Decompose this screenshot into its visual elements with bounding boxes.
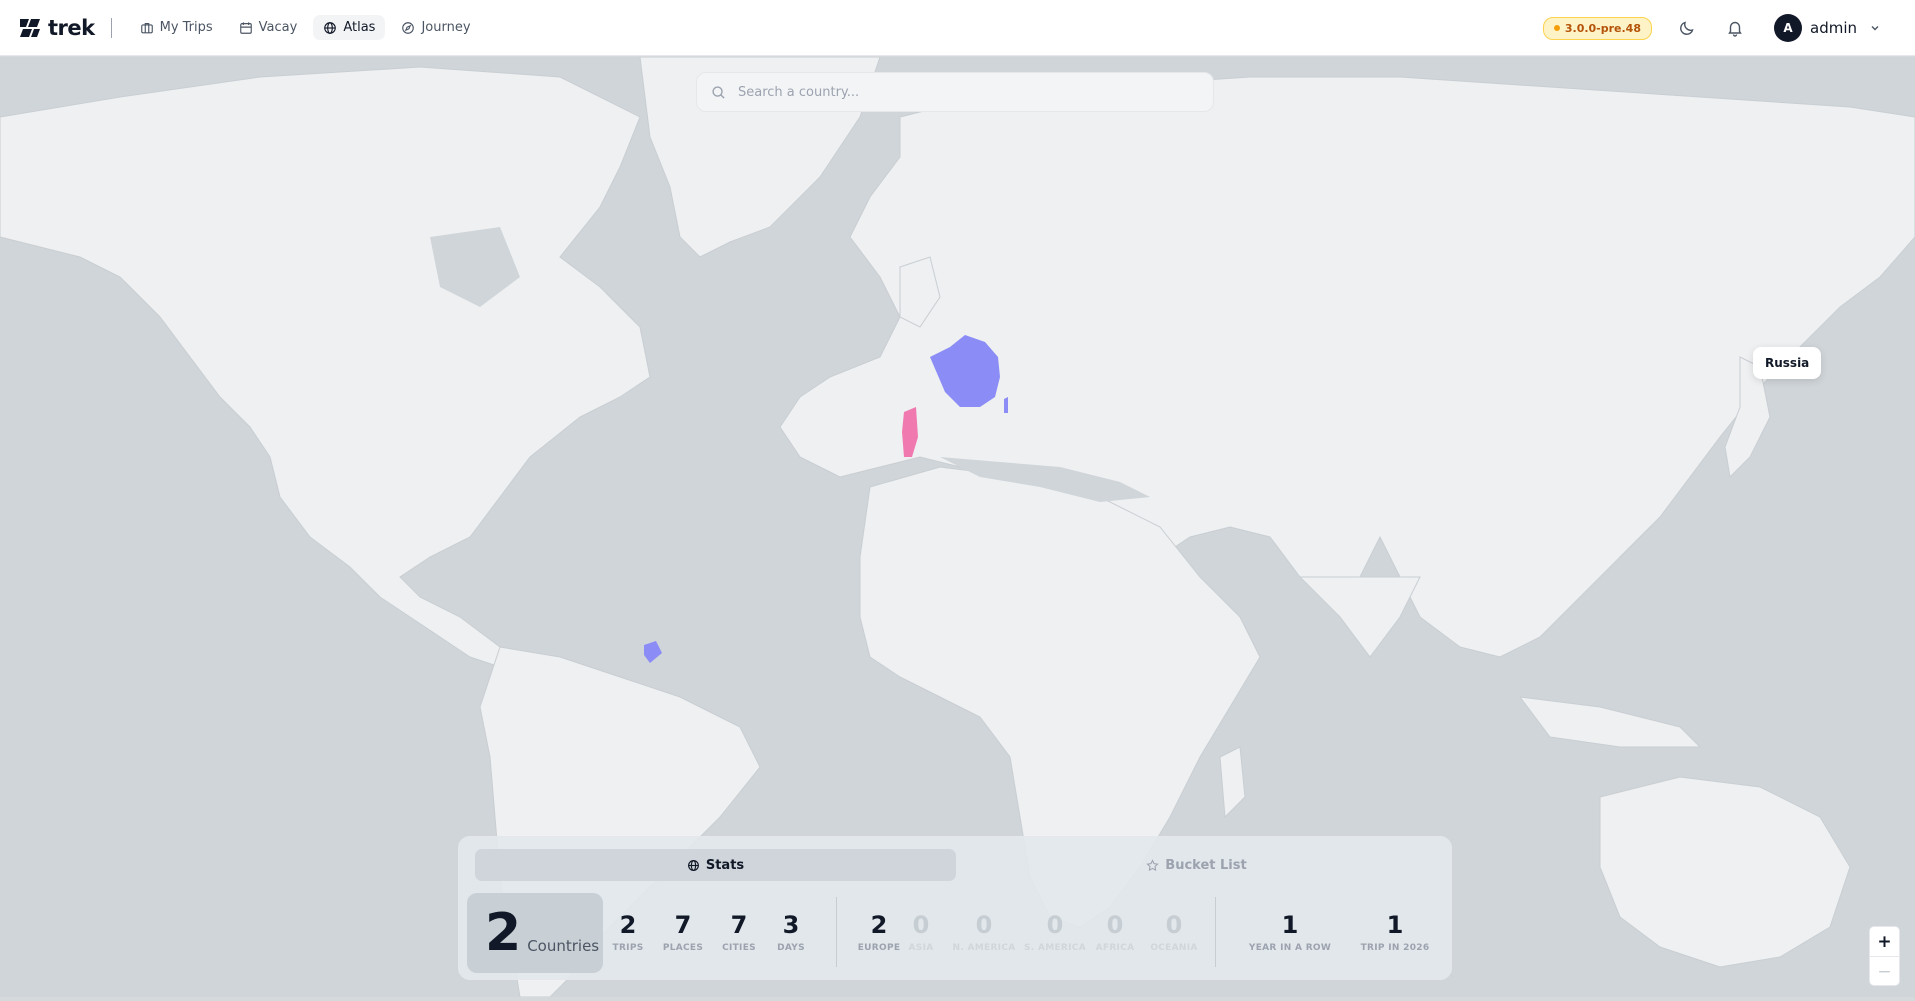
stat-value: 0: [1046, 911, 1064, 939]
stat-south-america: 0 S. AMERICA: [1020, 911, 1090, 953]
stat-cities: 7 CITIES: [714, 911, 764, 953]
stat-value: 7: [730, 911, 748, 939]
stat-label: ASIA: [908, 943, 934, 953]
stat-value: 0: [1165, 911, 1183, 939]
panel-tabs: Stats Bucket List: [475, 849, 1437, 881]
stat-label: S. AMERICA: [1024, 943, 1086, 953]
countries-count: 2: [485, 903, 522, 963]
stat-value: 1: [1386, 911, 1404, 939]
country-tooltip: Russia: [1753, 347, 1822, 379]
tab-label: Bucket List: [1165, 857, 1247, 873]
stat-value: 2: [870, 911, 888, 939]
moon-icon[interactable]: [1678, 19, 1696, 37]
stat-label: TRIP IN 2026: [1360, 943, 1430, 953]
stat-value: 2: [619, 911, 637, 939]
search-icon: [712, 85, 725, 99]
nav-item-my-trips[interactable]: My Trips: [130, 15, 223, 40]
stat-asia: 0 ASIA: [903, 911, 939, 953]
nav-item-atlas[interactable]: Atlas: [313, 15, 386, 40]
stat-label: CITIES: [722, 943, 756, 953]
stat-north-america: 0 N. AMERICA: [949, 911, 1019, 953]
briefcase-icon: [140, 22, 153, 33]
stat-africa: 0 AFRICA: [1090, 911, 1140, 953]
calendar-icon: [239, 21, 252, 34]
divider: [1215, 897, 1216, 967]
trek-logo-icon: [20, 18, 40, 37]
avatar: A: [1774, 14, 1802, 42]
nav-item-vacay[interactable]: Vacay: [229, 15, 308, 40]
nav-label: Vacay: [258, 20, 298, 35]
stat-trips: 2 TRIPS: [608, 911, 648, 953]
stat-label: AFRICA: [1095, 943, 1135, 953]
tab-stats[interactable]: Stats: [475, 849, 956, 881]
version-text: 3.0.0-pre.48: [1564, 21, 1641, 35]
stat-value: 3: [782, 911, 800, 939]
countries-label: Countries: [527, 937, 600, 955]
stat-label: EUROPE: [857, 943, 901, 953]
zoom-out-button[interactable]: −: [1870, 957, 1899, 987]
stat-value: 1: [1281, 911, 1299, 939]
bell-icon[interactable]: [1726, 19, 1744, 37]
stat-label: PLACES: [662, 943, 704, 953]
stat-value: 7: [674, 911, 692, 939]
chevron-down-icon: [1871, 26, 1879, 31]
country-search[interactable]: [696, 72, 1214, 112]
stat-value: 0: [912, 911, 930, 939]
stat-trips-this-year: 1 TRIP IN 2026: [1355, 911, 1435, 953]
nav-item-journey[interactable]: Journey: [391, 15, 480, 40]
star-icon: [1146, 858, 1159, 871]
zoom-in-button[interactable]: +: [1870, 927, 1899, 957]
stat-year-streak: 1 YEAR IN A ROW: [1245, 911, 1335, 953]
countries-count-card: 2 Countries: [467, 893, 603, 973]
stat-places: 7 PLACES: [658, 911, 708, 953]
stat-europe: 2 EUROPE: [857, 911, 901, 953]
stat-label: DAYS: [777, 943, 805, 953]
brand[interactable]: trek: [18, 16, 95, 40]
tab-bucket-list[interactable]: Bucket List: [956, 849, 1437, 881]
version-badge: 3.0.0-pre.48: [1542, 16, 1652, 40]
stat-label: OCEANIA: [1150, 943, 1198, 953]
globe-icon: [324, 21, 337, 34]
country-corsica[interactable]: [1004, 397, 1008, 413]
globe-icon: [687, 859, 699, 871]
brand-divider: [110, 17, 112, 38]
search-input[interactable]: [738, 84, 1178, 100]
compass-icon: [402, 21, 415, 34]
stat-label: TRIPS: [612, 943, 644, 953]
status-dot: [1553, 25, 1560, 31]
divider: [836, 897, 837, 967]
stat-value: 0: [1106, 911, 1124, 939]
stat-oceania: 0 OCEANIA: [1144, 911, 1204, 953]
stat-label: N. AMERICA: [952, 943, 1016, 953]
stat-days: 3 DAYS: [769, 911, 813, 953]
brand-name: trek: [48, 15, 95, 40]
username: admin: [1810, 19, 1857, 37]
top-bar: trek My Trips Vacay Atlas Journey 3.0.0-…: [0, 0, 1915, 56]
atlas-stats-panel: Stats Bucket List 2 Countries 2 TRIPS 7 …: [458, 836, 1452, 980]
header-tools: 3.0.0-pre.48 A admin: [1542, 0, 1915, 56]
user-menu[interactable]: A admin: [1774, 14, 1881, 42]
nav-label: Journey: [421, 20, 471, 35]
stat-value: 0: [975, 911, 993, 939]
nav-label: My Trips: [159, 20, 213, 35]
stat-label: YEAR IN A ROW: [1248, 943, 1332, 953]
main-nav: My Trips Vacay Atlas Journey: [130, 15, 481, 40]
zoom-controls: + −: [1869, 926, 1900, 986]
tab-label: Stats: [705, 857, 745, 873]
nav-label: Atlas: [343, 20, 376, 35]
